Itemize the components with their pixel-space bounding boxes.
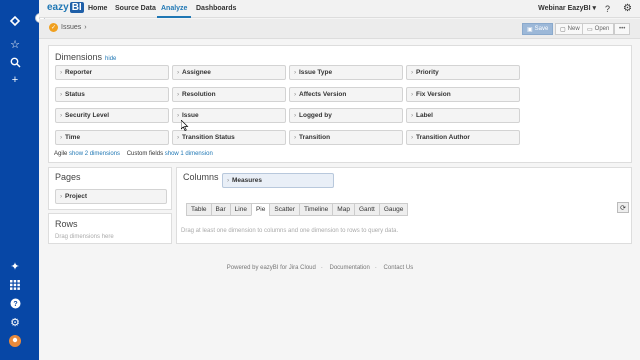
nav-tab-home[interactable]: Home xyxy=(84,0,111,18)
settings-menu-icon[interactable]: ⚙ xyxy=(623,3,632,14)
dimension-priority[interactable]: Priority xyxy=(406,65,520,80)
refresh-icon[interactable]: ⟳ xyxy=(617,202,629,213)
dimension-transition-author[interactable]: Transition Author xyxy=(406,130,520,145)
mouse-cursor-icon xyxy=(180,119,189,133)
dimension-transition-status[interactable]: Transition Status xyxy=(172,130,286,145)
contact-us-link[interactable]: Contact Us xyxy=(384,265,414,271)
dimension-status[interactable]: Status xyxy=(55,87,169,102)
dimension-issue-type[interactable]: Issue Type xyxy=(289,65,403,80)
create-icon[interactable]: + xyxy=(8,73,22,87)
new-label: New xyxy=(567,26,580,32)
cube-icon: ✓ xyxy=(49,23,58,32)
pages-title: Pages xyxy=(55,172,81,182)
tab-line[interactable]: Line xyxy=(229,203,252,216)
custom-fields-label: Custom fields xyxy=(126,151,164,157)
app-switcher-icon[interactable] xyxy=(8,278,22,292)
star-icon[interactable]: ☆ xyxy=(8,37,22,51)
eazybi-logo[interactable]: eazy BI xyxy=(47,2,84,13)
logo-bi: BI xyxy=(69,2,84,13)
top-navigation: eazy BI Home Source Data Analyze Dashboar… xyxy=(39,0,640,18)
tab-gantt[interactable]: Gantt xyxy=(353,203,380,216)
nav-tab-dashboards[interactable]: Dashboards xyxy=(192,0,240,18)
new-button[interactable]: ▢ New xyxy=(555,23,585,35)
dimension-reporter[interactable]: Reporter xyxy=(55,65,169,80)
rows-drop-hint[interactable]: Drag dimensions here xyxy=(55,234,114,240)
more-button[interactable]: ••• xyxy=(614,23,631,35)
dimensions-title: Dimensions xyxy=(55,52,103,62)
dimension-groups: Agile show 2 dimensions Custom fields sh… xyxy=(54,151,213,157)
rows-panel: Rows Drag dimensions here xyxy=(48,213,172,244)
dimension-security-level[interactable]: Security Level xyxy=(55,108,169,123)
custom-fields-show-link[interactable]: show 1 dimension xyxy=(165,151,213,157)
dimensions-panel: Dimensions hide xyxy=(48,45,632,163)
breadcrumb-label: Issues xyxy=(61,24,82,31)
save-button[interactable]: ▣ Save xyxy=(522,23,554,35)
settings-icon[interactable]: ⚙ xyxy=(8,315,22,329)
dimension-fix-version[interactable]: Fix Version xyxy=(406,87,520,102)
dimension-label[interactable]: Label xyxy=(406,108,520,123)
new-icon: ▢ xyxy=(560,26,566,33)
dimension-resolution[interactable]: Resolution xyxy=(172,87,286,102)
hide-dimensions-link[interactable]: hide xyxy=(105,56,116,62)
open-button[interactable]: ▭ Open xyxy=(582,23,615,35)
avatar[interactable] xyxy=(8,334,22,348)
report-toolbar: ✓ Issues › ▣ Save ▢ New ▭ Open ••• xyxy=(39,19,640,39)
breadcrumb-separator: › xyxy=(84,24,87,31)
documentation-link[interactable]: Documentation xyxy=(330,265,370,271)
dimension-transition[interactable]: Transition xyxy=(289,130,403,145)
agile-show-link[interactable]: show 2 dimensions xyxy=(69,151,120,157)
help-menu-icon[interactable]: ? xyxy=(605,4,610,14)
dimension-logged-by[interactable]: Logged by xyxy=(289,108,403,123)
tab-map[interactable]: Map xyxy=(332,203,355,216)
folder-icon: ▭ xyxy=(587,26,593,33)
tab-scatter[interactable]: Scatter xyxy=(269,203,300,216)
tab-bar[interactable]: Bar xyxy=(210,203,231,216)
jira-sidebar: › ☆ + ✦ ? ⚙ xyxy=(0,0,45,360)
agile-label: Agile xyxy=(54,151,68,157)
powered-by-text: Powered by eazyBI for Jira Cloud xyxy=(226,265,316,271)
dimension-issue[interactable]: Issue xyxy=(172,108,286,123)
columns-measures[interactable]: Measures xyxy=(222,173,334,188)
report-view-tabs: Table Bar Line Pie Scatter Timeline Map … xyxy=(186,203,409,216)
jira-logo-icon[interactable] xyxy=(8,14,22,28)
query-hint: Drag at least one dimension to columns a… xyxy=(181,228,399,234)
columns-title: Columns xyxy=(183,172,219,182)
user-menu[interactable]: Webinar EazyBI ▾ xyxy=(538,0,596,18)
tab-table[interactable]: Table xyxy=(186,203,212,216)
rows-title: Rows xyxy=(55,219,78,229)
nav-tab-analyze[interactable]: Analyze xyxy=(157,0,192,18)
page-footer: Powered by eazyBI for Jira Cloud · Docume… xyxy=(226,265,414,271)
breadcrumb[interactable]: ✓ Issues › xyxy=(49,23,87,32)
save-label: Save xyxy=(534,26,549,32)
pages-project[interactable]: Project xyxy=(55,189,167,204)
dimension-affects-version[interactable]: Affects Version xyxy=(289,87,403,102)
dimension-time[interactable]: Time xyxy=(55,130,169,145)
dimension-assignee[interactable]: Assignee xyxy=(172,65,286,80)
tab-timeline[interactable]: Timeline xyxy=(298,203,334,216)
open-label: Open xyxy=(594,26,610,32)
save-icon: ▣ xyxy=(527,26,533,33)
help-icon[interactable]: ? xyxy=(8,296,22,310)
tab-gauge[interactable]: Gauge xyxy=(378,203,409,216)
nav-tab-source-data[interactable]: Source Data xyxy=(111,0,160,18)
logo-text: eazy xyxy=(47,2,69,13)
tab-pie[interactable]: Pie xyxy=(250,203,271,216)
svg-text:?: ? xyxy=(13,301,17,308)
search-icon[interactable] xyxy=(8,55,22,69)
